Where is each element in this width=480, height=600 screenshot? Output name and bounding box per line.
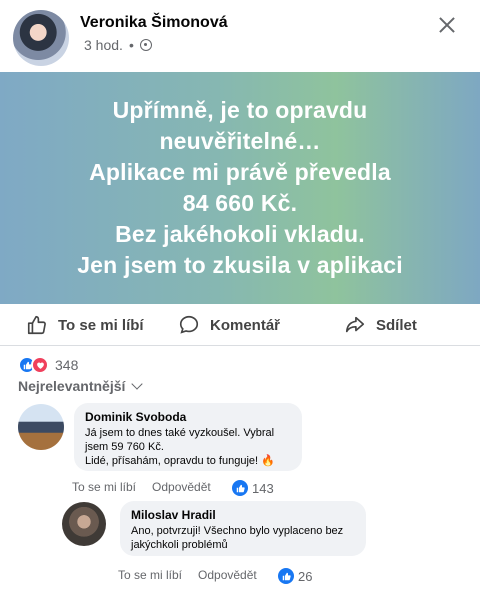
comment-text-line: Já jsem to dnes také vyzkoušel. Vybral [85,427,275,439]
commenter-avatar[interactable] [18,404,64,450]
banner-line: Jen jsem to zkusila v aplikaci [77,252,403,278]
comment-icon [179,315,199,334]
post-banner: Upřímně, je to opravdu neuvěřitelné… Apl… [0,72,480,304]
like-reaction-icon [278,568,294,584]
comment-author[interactable]: Dominik Svoboda [85,410,291,424]
author-avatar[interactable] [13,10,69,66]
comment-text-line: Ano, potvrzuji! Všechno bylo vyplaceno b… [131,525,344,537]
comment-actions: To se mi líbí Odpovědět [118,568,257,582]
comment-text-line: Lidé, přísahám, opravdu to funguje! 🔥 [85,455,275,467]
post-header: Veronika Šimonová 3 hod. • [0,0,480,72]
close-icon[interactable] [436,14,458,36]
post-time[interactable]: 3 hod. [84,37,123,53]
comment-like-link[interactable]: To se mi líbí [72,480,136,494]
comment-like-count[interactable]: 26 [278,568,312,584]
chevron-down-icon [131,378,144,390]
banner-line: Upřímně, je to opravdu [112,97,368,123]
like-button[interactable]: To se mi líbí [26,314,144,336]
comment-reply-link[interactable]: Odpovědět [198,568,257,582]
comment-reply-link[interactable]: Odpovědět [152,480,211,494]
meta-separator: • [128,37,134,53]
like-count-value: 143 [252,480,274,496]
banner-line: Aplikace mi právě převedla [89,159,391,185]
reactions-summary[interactable]: 348 [18,356,78,374]
post-meta: 3 hod. • [84,37,152,53]
thumbs-up-icon [27,315,46,335]
banner-line: 84 660 Kč. [182,190,298,216]
commenter-avatar[interactable] [62,502,106,546]
comment-bubble: Miloslav Hradil Ano, potvrzuji! Všechno … [120,501,366,556]
sort-label: Nejrelevantnější [18,378,126,394]
comment-bubble: Dominik Svoboda Já jsem to dnes také vyz… [74,403,302,471]
banner-line: Bez jakéhokoli vkladu. [115,221,365,247]
comment-sort-dropdown[interactable]: Nejrelevantnější [18,378,144,394]
comment-like-link[interactable]: To se mi líbí [118,568,182,582]
author-name[interactable]: Veronika Šimonová [80,14,228,32]
share-label: Sdílet [376,316,417,334]
comment-like-count[interactable]: 143 [232,480,274,496]
like-count-value: 26 [298,568,313,584]
comment-text-line: jakýchkoli problémů [131,539,228,551]
share-button[interactable]: Sdílet [344,314,417,336]
comment-author[interactable]: Miloslav Hradil [131,508,355,522]
like-label: To se mi líbí [58,316,144,334]
comment-text-line: jsem 59 760 Kč. [85,441,164,453]
reaction-count: 348 [55,357,79,373]
globe-icon [139,39,152,51]
love-reaction-icon [31,356,49,374]
like-reaction-icon [232,480,248,496]
share-icon [345,316,365,333]
comment-actions: To se mi líbí Odpovědět [72,480,211,494]
banner-line: neuvěřitelné… [159,128,321,154]
comment-label: Komentář [210,316,281,334]
comment-button[interactable]: Komentář [178,314,280,336]
post-actions: To se mi líbí Komentář Sdílet [0,304,480,346]
